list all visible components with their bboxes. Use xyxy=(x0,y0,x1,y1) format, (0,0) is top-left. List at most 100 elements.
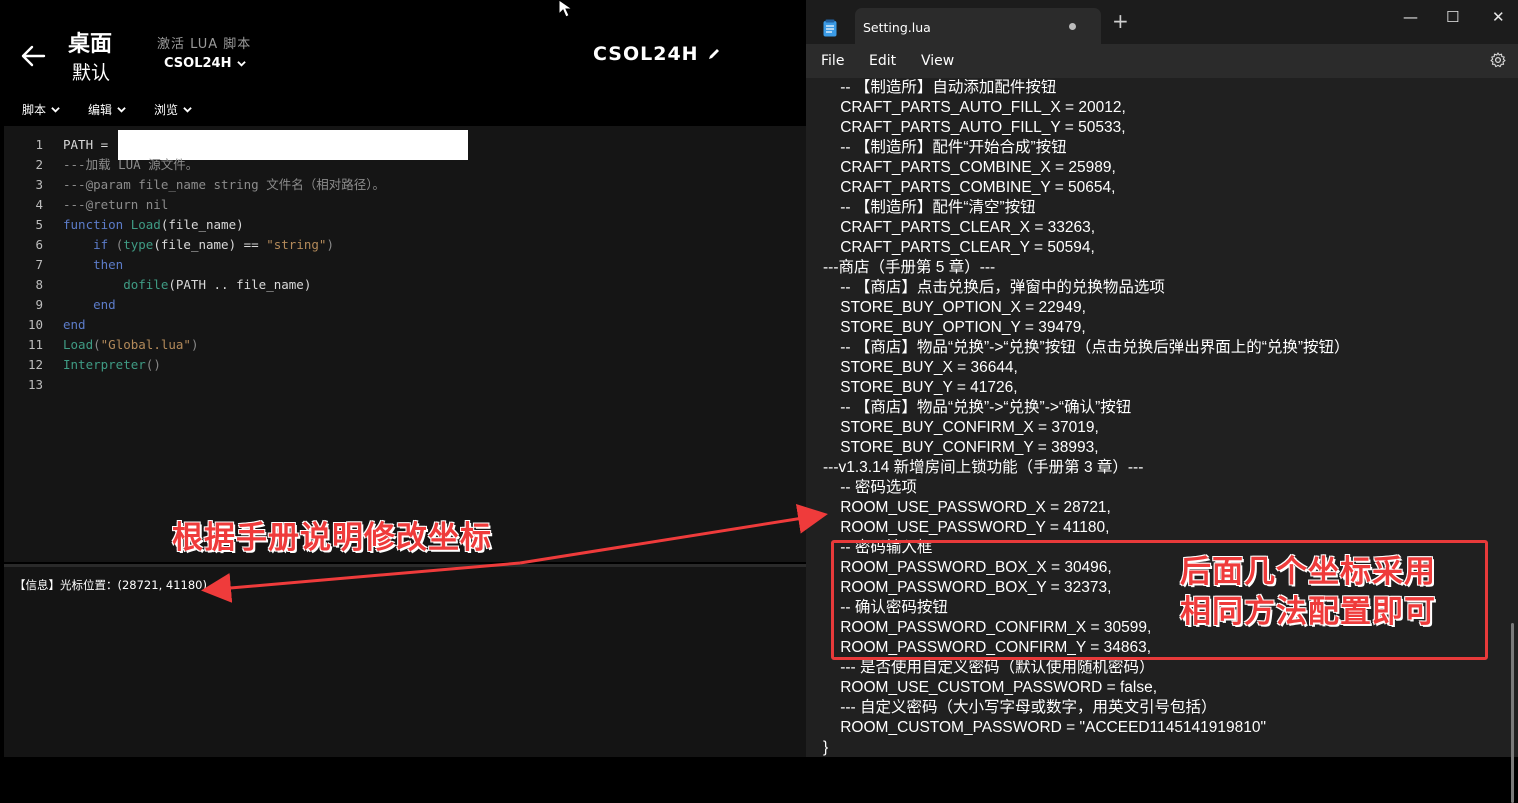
line-number: 3 xyxy=(35,177,43,192)
text-line: ---v1.3.14 新增房间上锁功能（手册第 3 章）--- xyxy=(823,459,1144,476)
code-text: function Load(file_name) xyxy=(63,215,244,235)
code-editor[interactable]: 1 PATH = 2 ---加载 LUA 源文件。 3 ---@param file_n… xyxy=(4,126,806,562)
pencil-icon[interactable] xyxy=(707,47,721,61)
menu-script-label: 脚本 xyxy=(22,103,47,117)
text-line: -- 【制造所】配件“清空”按钮 xyxy=(823,199,1036,216)
line-number: 1 xyxy=(35,137,43,152)
text-line: -- 【制造所】配件“开始合成”按钮 xyxy=(823,139,1067,156)
annotation-right: 后面几个坐标采用 相同方法配置即可 xyxy=(1180,552,1436,632)
notepad-app-icon xyxy=(823,19,837,37)
code-token: () xyxy=(145,357,161,372)
annotation-right-line2: 相同方法配置即可 xyxy=(1180,594,1436,630)
code-token: end xyxy=(63,297,116,312)
editor-menu-bar: 脚本 编辑 浏览 xyxy=(22,101,192,118)
text-line: --- 自定义密码（大小写字母或数字，用英文引号包括） xyxy=(823,699,1217,716)
page-subtitle: 默认 xyxy=(72,62,111,84)
annotation-left: 根据手册说明修改坐标 xyxy=(172,520,492,556)
page-title: 桌面 xyxy=(68,32,113,57)
code-token: ) xyxy=(326,237,334,252)
menu-script[interactable]: 脚本 xyxy=(22,101,60,118)
text-line: STORE_BUY_OPTION_Y = 39479, xyxy=(823,319,1086,336)
code-text: then xyxy=(63,255,123,275)
code-text: end xyxy=(63,295,116,315)
code-line[interactable]: 6 if (type(file_name) == "string") xyxy=(4,235,334,255)
text-line: CRAFT_PARTS_AUTO_FILL_Y = 50533, xyxy=(823,119,1126,136)
text-line: ROOM_USE_PASSWORD_Y = 41180, xyxy=(823,519,1110,536)
line-number: 13 xyxy=(27,377,43,392)
code-token: then xyxy=(63,257,124,272)
code-line[interactable]: 8 dofile(PATH .. file_name) xyxy=(4,275,311,295)
code-line[interactable]: 10 end xyxy=(4,315,86,335)
text-line: ---商店（手册第 5 章）--- xyxy=(823,259,996,276)
line-number: 11 xyxy=(27,337,43,352)
code-text: dofile(PATH .. file_name) xyxy=(63,275,311,295)
unsaved-dot-icon[interactable] xyxy=(1069,23,1076,30)
text-line: -- 【商店】物品“兑换”->“兑换”->“确认”按钮 xyxy=(823,399,1132,416)
code-token: function xyxy=(63,217,131,232)
code-token: Interpreter xyxy=(63,357,146,372)
text-line: STORE_BUY_CONFIRM_Y = 38993, xyxy=(823,439,1099,456)
line-number: 5 xyxy=(35,217,43,232)
text-line: STORE_BUY_CONFIRM_X = 37019, xyxy=(823,419,1099,436)
minimize-button[interactable]: — xyxy=(1403,8,1418,26)
chevron-down-icon xyxy=(117,107,126,113)
line-number: 2 xyxy=(35,157,43,172)
code-line[interactable]: 5 function Load(file_name) xyxy=(4,215,243,235)
scrollbar-thumb[interactable] xyxy=(1511,623,1514,803)
script-title-text: CSOL24H xyxy=(593,43,699,65)
code-line[interactable]: 7 then xyxy=(4,255,123,275)
back-arrow-icon[interactable] xyxy=(20,43,46,69)
code-token: ) xyxy=(190,337,199,352)
line-number: 4 xyxy=(35,197,43,212)
code-line[interactable]: 1 PATH = xyxy=(4,135,108,155)
code-token: "string" xyxy=(266,237,327,252)
menu-edit[interactable]: 编辑 xyxy=(88,101,126,118)
notepad-titlebar: Setting.lua + — ☐ ✕ xyxy=(806,0,1518,44)
script-title[interactable]: CSOL24H xyxy=(593,43,721,65)
menu-browse[interactable]: 浏览 xyxy=(154,101,192,118)
text-line: --- 是否使用自定义密码（默认使用随机密码） xyxy=(823,659,1155,676)
gear-icon[interactable] xyxy=(1490,52,1506,68)
code-line[interactable]: 11 Load("Global.lua") xyxy=(4,335,199,355)
code-token: (file_name) xyxy=(160,217,244,232)
code-line[interactable]: 3 ---@param file_name string 文件名（相对路径）。 xyxy=(4,175,384,195)
menu-edit-label: 编辑 xyxy=(88,103,113,117)
menu-view[interactable]: View xyxy=(921,53,954,69)
tab-setting-lua[interactable]: Setting.lua xyxy=(855,8,1101,44)
text-line: ROOM_USE_PASSWORD_X = 28721, xyxy=(823,499,1111,516)
script-app-window: 桌面 默认 激活 LUA 脚本 CSOL24H CSOL24H 脚本 编辑 浏览… xyxy=(0,0,806,757)
annotation-right-line1: 后面几个坐标采用 xyxy=(1180,554,1436,590)
menu-file[interactable]: File xyxy=(821,53,844,69)
code-token: "Global.lua" xyxy=(100,337,191,352)
text-line: CRAFT_PARTS_AUTO_FILL_X = 20012, xyxy=(823,99,1126,116)
code-token: PATH = xyxy=(63,137,116,152)
code-text: end xyxy=(63,315,86,335)
code-token: if xyxy=(63,237,116,252)
line-number: 9 xyxy=(35,297,43,312)
code-line[interactable]: 4 ---@return nil xyxy=(4,195,168,215)
code-line[interactable]: 2 ---加载 LUA 源文件。 xyxy=(4,155,198,175)
close-button[interactable]: ✕ xyxy=(1492,8,1505,26)
script-select-value: CSOL24H xyxy=(164,56,232,71)
menu-edit[interactable]: Edit xyxy=(869,53,896,69)
new-tab-button[interactable]: + xyxy=(1112,11,1129,31)
code-line[interactable]: 12 Interpreter() xyxy=(4,355,161,375)
text-line: CRAFT_PARTS_COMBINE_X = 25989, xyxy=(823,159,1116,176)
text-line: STORE_BUY_Y = 41726, xyxy=(823,379,1018,396)
text-line: -- 【商店】点击兑换后，弹窗中的兑换物品选项 xyxy=(823,279,1165,296)
code-text: ---@return nil xyxy=(63,195,168,215)
text-line: } xyxy=(823,739,829,756)
code-text: if (type(file_name) == "string") xyxy=(63,235,334,255)
text-line: -- 【商店】物品“兑换”->“兑换”按钮（点击兑换后弹出界面上的“兑换”按钮） xyxy=(823,339,1350,356)
output-console: 【信息】光标位置：(28721, 41180) xyxy=(4,567,806,757)
code-token: ---@param file_name string 文件名（相对路径）。 xyxy=(63,177,385,192)
code-line[interactable]: 13 xyxy=(4,375,43,395)
script-select-dropdown[interactable]: CSOL24H xyxy=(164,56,247,71)
code-line[interactable]: 9 end xyxy=(4,295,115,315)
text-line: ROOM_CUSTOM_PASSWORD = "ACCEED1145141919… xyxy=(823,719,1267,736)
notepad-menu-bar: File Edit View xyxy=(806,44,1518,78)
code-text: PATH = xyxy=(63,135,116,155)
code-token: dofile xyxy=(63,277,169,292)
code-token: (PATH .. file_name) xyxy=(168,277,312,292)
maximize-button[interactable]: ☐ xyxy=(1446,8,1459,26)
